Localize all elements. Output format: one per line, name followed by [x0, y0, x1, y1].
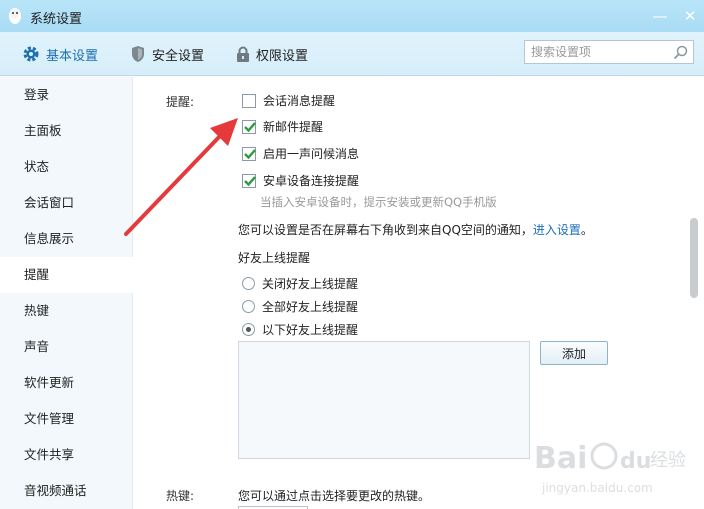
window-title: 系统设置	[30, 12, 83, 27]
sidebar-item-hotkey[interactable]: 热键	[0, 293, 133, 329]
qzone-notice: 您可以设置是否在屏幕右下角收到来自QQ空间的通知，进入设置。	[238, 221, 593, 238]
lock-icon	[237, 46, 249, 62]
option-label: 以下好友上线提醒	[262, 323, 359, 337]
friend-online-title: 好友上线提醒	[238, 251, 311, 265]
tab-label: 安全设置	[152, 48, 205, 64]
option-label: 全部好友上线提醒	[262, 300, 359, 314]
friend-online-selected-radio[interactable]	[242, 323, 255, 336]
tab-permission-settings[interactable]: 权限设置	[236, 44, 308, 64]
tab-security-settings[interactable]: 安全设置	[130, 44, 204, 64]
tab-label: 权限设置	[256, 48, 309, 64]
shield-icon	[132, 46, 144, 62]
sidebar-item-info-display[interactable]: 信息展示	[0, 221, 133, 257]
hotkey-section-label: 热键:	[166, 489, 195, 503]
android-hint-text: 当插入安卓设备时，提示安装或更新QQ手机版	[260, 195, 497, 209]
watermark-brand: Bai	[534, 441, 587, 476]
sidebar-item-av-call[interactable]: 音视频通话	[0, 473, 133, 509]
friend-online-off-option[interactable]: 关闭好友上线提醒	[242, 275, 358, 292]
baidu-jingyan-watermark-icon: Bai du 经验 jingyan.baidu.com	[534, 441, 686, 495]
sidebar-item-software-update[interactable]: 软件更新	[0, 365, 133, 401]
option-label: 安卓设备连接提醒	[263, 174, 360, 188]
watermark-brand2: du	[620, 449, 651, 474]
sidebar-item-reminder[interactable]: 提醒	[0, 257, 133, 293]
option-label: 会话消息提醒	[263, 94, 336, 108]
add-friend-button[interactable]: 添加	[540, 341, 608, 365]
gear-icon	[23, 46, 39, 62]
watermark-jingyan: 经验	[650, 450, 686, 471]
hotkey-description: 您可以通过点击选择要更改的热键。	[238, 489, 431, 503]
option-label: 新邮件提醒	[263, 120, 324, 134]
qq-penguin-icon	[9, 8, 21, 24]
sidebar-item-status[interactable]: 状态	[0, 149, 133, 185]
chat-message-reminder-option[interactable]: 会话消息提醒	[242, 92, 335, 109]
chat-message-reminder-checkbox[interactable]	[242, 93, 256, 108]
search-icon[interactable]	[673, 45, 688, 60]
friend-online-selected-option[interactable]: 以下好友上线提醒	[242, 321, 358, 338]
new-mail-reminder-option[interactable]: 新邮件提醒	[242, 118, 323, 135]
friend-online-all-option[interactable]: 全部好友上线提醒	[242, 298, 358, 315]
title-bar: 系统设置 — ✕	[0, 0, 704, 32]
friend-online-all-radio[interactable]	[242, 300, 255, 313]
sidebar-item-main-panel[interactable]: 主面板	[0, 113, 133, 149]
reminder-section-label: 提醒:	[166, 95, 195, 109]
tab-label: 基本设置	[46, 48, 99, 64]
qzone-settings-link[interactable]: 进入设置	[533, 223, 581, 237]
sidebar-item-chat-window[interactable]: 会话窗口	[0, 185, 133, 221]
android-connect-reminder-option[interactable]: 安卓设备连接提醒	[242, 172, 359, 189]
sidebar-item-file-management[interactable]: 文件管理	[0, 401, 133, 437]
friend-online-off-radio[interactable]	[242, 277, 255, 290]
qzone-end: 。	[580, 223, 593, 237]
greeting-message-option[interactable]: 启用一声问候消息	[242, 145, 359, 162]
option-label: 启用一声问候消息	[263, 147, 360, 161]
watermark-url: jingyan.baidu.com	[541, 481, 653, 495]
search-box	[524, 40, 694, 64]
sidebar-item-sound[interactable]: 声音	[0, 329, 133, 365]
annotation-arrow-icon	[124, 118, 238, 236]
search-input[interactable]	[531, 44, 671, 60]
scrollbar-thumb[interactable]	[690, 218, 698, 298]
option-label: 关闭好友上线提醒	[262, 277, 359, 291]
sidebar-item-login[interactable]: 登录	[0, 77, 133, 113]
qzone-text: 您可以设置是否在屏幕右下角收到来自QQ空间的通知，	[238, 223, 533, 237]
minimize-button[interactable]: —	[650, 6, 670, 26]
friend-list-box[interactable]	[238, 341, 530, 459]
sidebar-item-file-sharing[interactable]: 文件共享	[0, 437, 133, 473]
close-button[interactable]: ✕	[680, 6, 700, 26]
settings-sidebar: 登录 主面板 状态 会话窗口 信息展示 提醒 热键 声音 软件更新 文件管理 文…	[0, 77, 133, 509]
tab-basic-settings[interactable]: 基本设置	[22, 44, 98, 64]
